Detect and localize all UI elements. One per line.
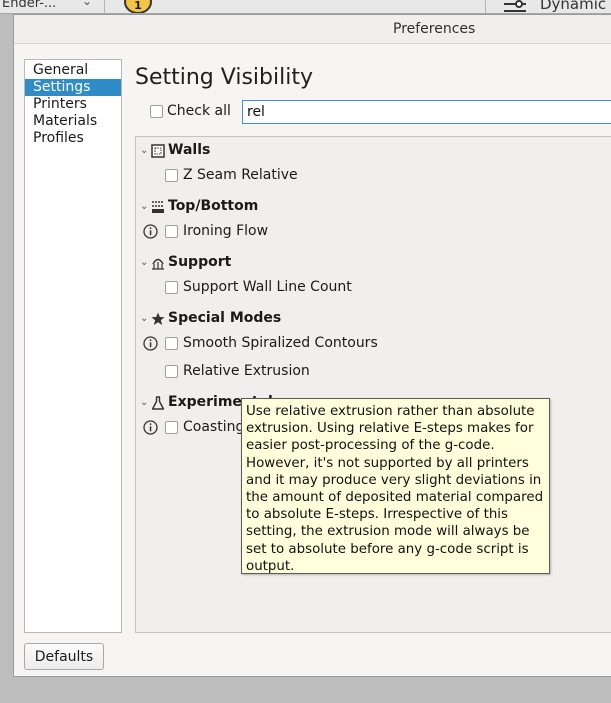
nav-item-general[interactable]: General xyxy=(25,62,121,79)
background-app-toolbar: Ender-... ⌄ 1 ▔▔▔▔▔ Dynamic xyxy=(0,0,611,14)
nav-item-settings[interactable]: Settings xyxy=(25,79,121,96)
settings-filter-input[interactable] xyxy=(242,100,611,124)
setting-label: Coasting xyxy=(183,419,245,435)
tooltip-line: set to absolute before any g-code script… xyxy=(246,541,529,557)
toolbar-divider xyxy=(485,0,486,13)
tooltip-line: the amount of deposited material compare… xyxy=(246,490,544,506)
tooltip-line: extrusion. Using relative E-steps makes … xyxy=(246,421,534,437)
dialog-titlebar[interactable]: Preferences xyxy=(14,15,611,44)
nav-item-printers[interactable]: Printers xyxy=(25,96,121,113)
setting-checkbox[interactable] xyxy=(165,281,178,294)
tooltip-line: to absolute E-steps. Irrespective of thi… xyxy=(246,507,509,523)
tooltip-line: output. xyxy=(246,558,295,574)
tooltip-line: easier post-processing of the g-code. xyxy=(246,438,495,454)
top-bottom-icon xyxy=(152,201,164,213)
material-label: ▔▔▔▔▔ xyxy=(168,0,214,5)
chevron-down-icon[interactable]: ⌄ xyxy=(82,0,92,8)
defaults-button[interactable]: Defaults xyxy=(24,643,104,670)
setting-checkbox[interactable] xyxy=(165,365,178,378)
info-icon[interactable] xyxy=(143,420,158,435)
category-special-modes[interactable]: Special Modes xyxy=(168,310,281,326)
nav-item-profiles[interactable]: Profiles xyxy=(25,130,121,147)
setting-label: Ironing Flow xyxy=(183,223,269,239)
category-walls[interactable]: Walls xyxy=(168,142,210,158)
setting-checkbox[interactable] xyxy=(165,421,178,434)
category-top-bottom[interactable]: Top/Bottom xyxy=(168,198,258,214)
page-title: Setting Visibility xyxy=(135,65,313,90)
chevron-down-icon[interactable]: ⌄ xyxy=(140,145,150,156)
chevron-down-icon[interactable]: ⌄ xyxy=(140,397,150,408)
setting-checkbox[interactable] xyxy=(165,225,178,238)
preferences-nav: General Settings Printers Materials Prof… xyxy=(24,59,122,633)
sliders-icon[interactable] xyxy=(502,0,528,14)
toolbar-divider xyxy=(104,0,105,13)
tooltip-line: Use relative extrusion rather than absol… xyxy=(246,404,535,419)
setting-checkbox[interactable] xyxy=(165,169,178,182)
chevron-down-icon[interactable]: ⌄ xyxy=(140,201,150,212)
preferences-dialog: Preferences General Settings Printers Ma… xyxy=(13,14,611,677)
chevron-down-icon[interactable]: ⌄ xyxy=(140,257,150,268)
category-support[interactable]: Support xyxy=(168,254,231,270)
relative-extrusion-tooltip: Use relative extrusion rather than absol… xyxy=(241,398,550,574)
check-all-box[interactable] xyxy=(150,104,163,118)
printer-selector[interactable]: Ender-... xyxy=(2,0,56,11)
dialog-title: Preferences xyxy=(393,21,476,37)
check-all-checkbox[interactable]: Check all xyxy=(150,102,231,120)
setting-label: Z Seam Relative xyxy=(183,167,298,183)
info-icon[interactable] xyxy=(143,336,158,351)
info-icon[interactable] xyxy=(143,224,158,239)
walls-icon xyxy=(151,144,165,158)
star-icon xyxy=(151,312,165,325)
setting-label: Support Wall Line Count xyxy=(183,279,352,295)
profile-label[interactable]: Dynamic xyxy=(540,0,606,13)
nav-item-materials[interactable]: Materials xyxy=(25,113,121,130)
setting-label: Smooth Spiralized Contours xyxy=(183,335,378,351)
tooltip-line: setting, the extrusion mode will always … xyxy=(246,524,530,540)
setting-label: Relative Extrusion xyxy=(183,363,310,379)
tooltip-line: However, it's not supported by all print… xyxy=(246,455,529,471)
check-all-label: Check all xyxy=(167,103,231,119)
flask-icon xyxy=(151,396,165,410)
extruder-badge[interactable]: 1 xyxy=(124,0,152,13)
setting-checkbox[interactable] xyxy=(165,337,178,350)
support-icon xyxy=(152,258,164,270)
chevron-down-icon[interactable]: ⌄ xyxy=(140,313,150,324)
tooltip-line: and it may produce very slight deviation… xyxy=(246,472,542,488)
